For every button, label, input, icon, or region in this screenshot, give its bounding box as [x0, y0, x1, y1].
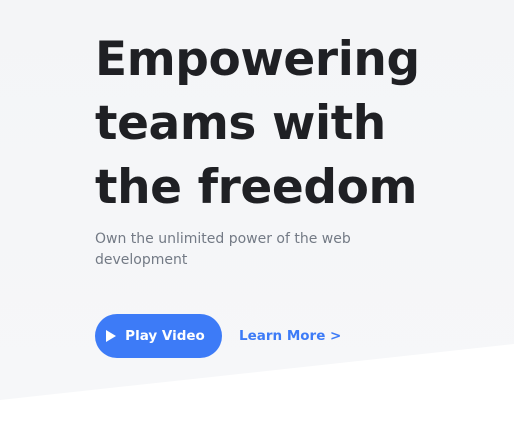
hero-headline: Empowering teams with the freedom: [95, 28, 495, 220]
headline-line: the freedom: [95, 160, 418, 215]
headline-line: teams with: [95, 96, 386, 151]
hero-actions: Play Video Learn More >: [95, 314, 341, 358]
hero-subtitle: Own the unlimited power of the web devel…: [95, 231, 351, 268]
headline-line: Empowering: [95, 32, 420, 87]
learn-more-link[interactable]: Learn More >: [239, 328, 341, 344]
hero-section: Empowering teams with the freedom Own th…: [95, 28, 495, 271]
play-video-label: Play Video: [125, 328, 205, 344]
play-video-button[interactable]: Play Video: [95, 314, 222, 358]
page: { "hero": { "headline_lines": ["Empoweri…: [0, 0, 514, 422]
play-icon: [106, 330, 117, 342]
